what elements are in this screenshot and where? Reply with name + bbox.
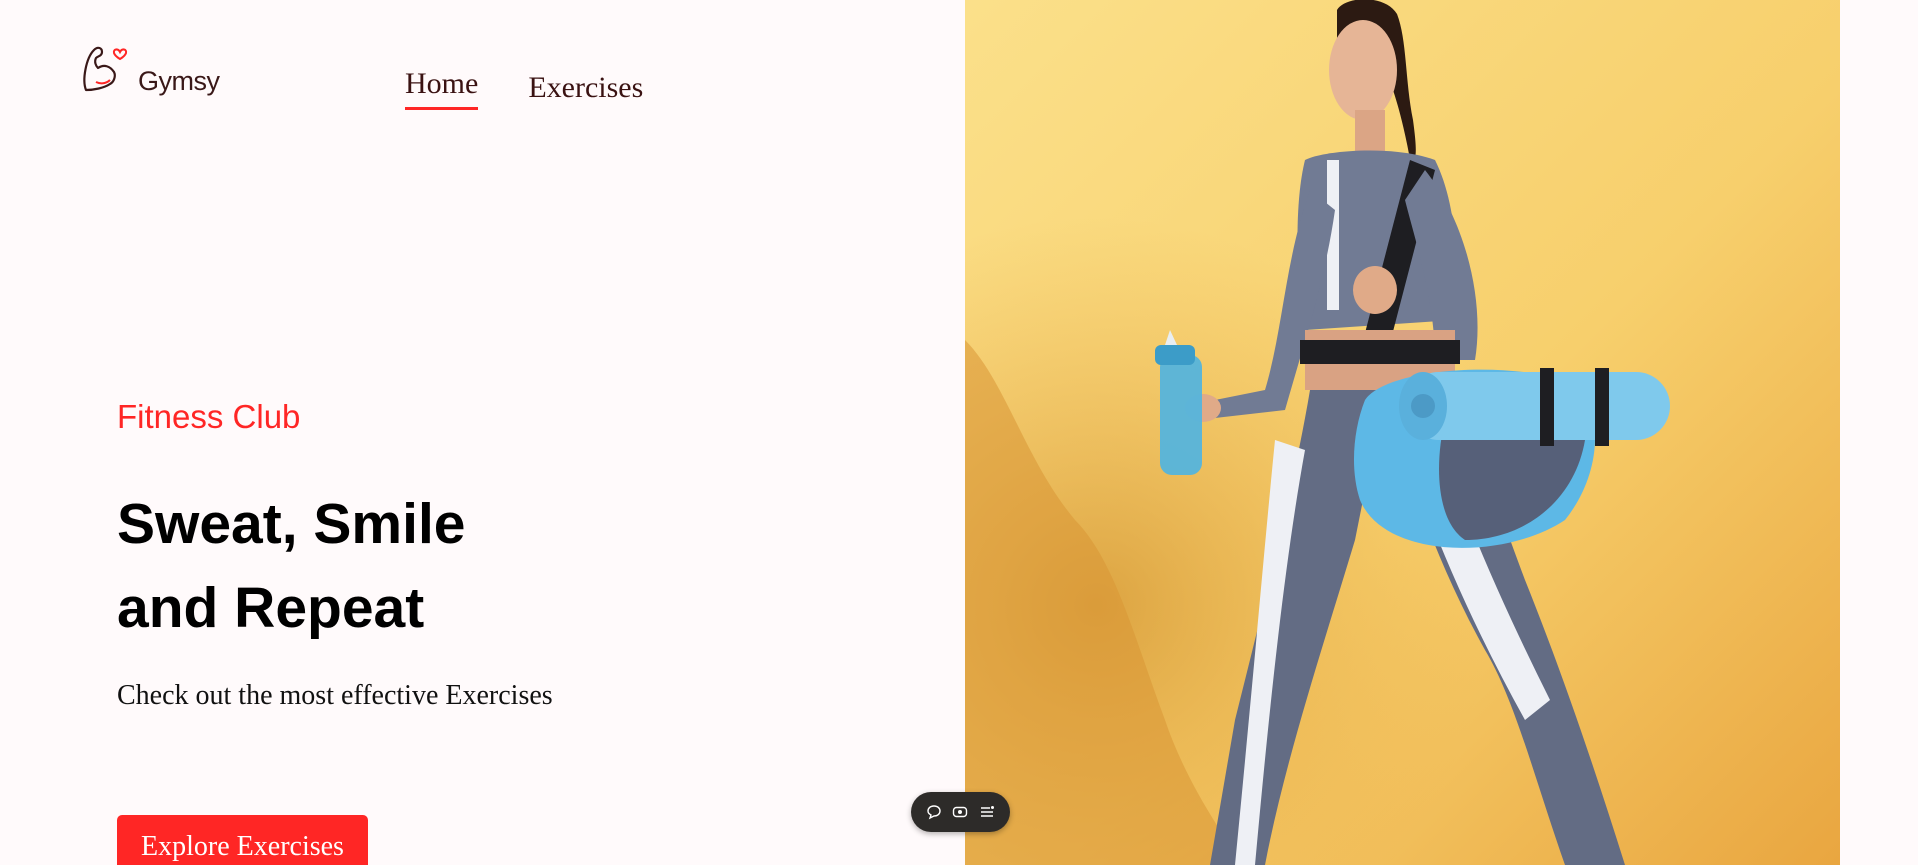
comment-icon[interactable] <box>926 804 942 820</box>
woman-with-gym-bag-photo <box>965 0 1840 865</box>
hero-headline-line1: Sweat, Smile <box>117 492 466 556</box>
hero-tagline: Check out the most effective Exercises <box>117 680 553 711</box>
nav-home-link[interactable]: Home <box>405 66 479 110</box>
eye-icon[interactable] <box>952 804 968 820</box>
brand-name: Gymsy <box>138 66 220 96</box>
explore-exercises-button[interactable]: Explore Exercises <box>117 815 368 865</box>
main-nav: Home Exercises <box>405 66 643 110</box>
list-icon[interactable] <box>979 804 995 820</box>
nav-exercises-link[interactable]: Exercises <box>528 70 643 110</box>
hero-banner-image <box>965 0 1840 865</box>
hero-headline: Sweat, Smile and Repeat <box>117 482 717 650</box>
flexed-arm-heart-icon <box>83 46 128 92</box>
hero-subtitle: Fitness Club <box>117 398 301 435</box>
landing-page: Gymsy Home Exercises Fitness Club Sweat,… <box>0 0 1918 865</box>
floating-toolbar <box>911 792 1010 832</box>
logo[interactable]: Gymsy <box>80 44 230 100</box>
hero-headline-line2: and Repeat <box>117 576 425 640</box>
